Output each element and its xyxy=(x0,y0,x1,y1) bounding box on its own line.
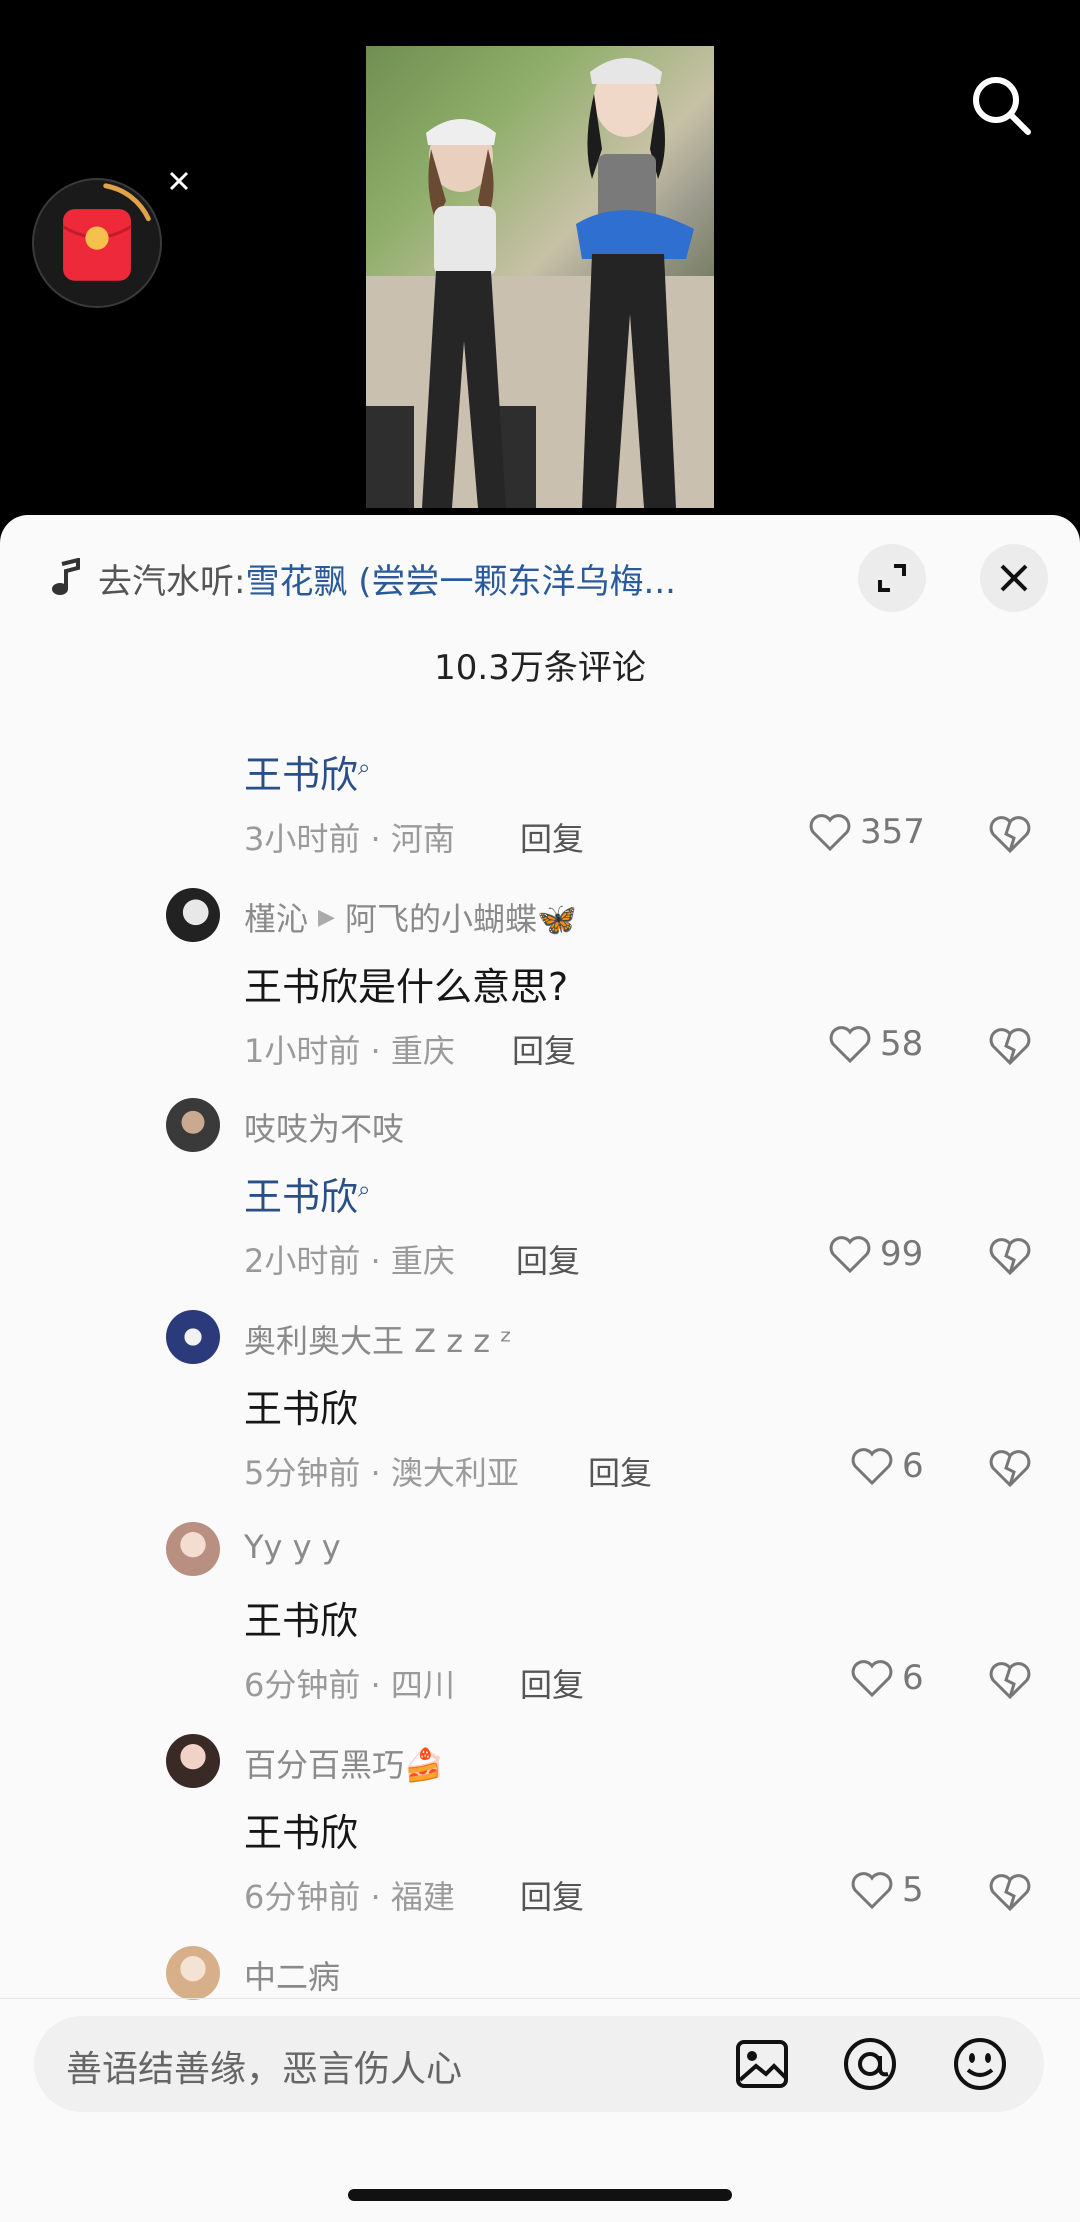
heart-icon xyxy=(829,1026,871,1064)
reply-button[interactable]: 回复 xyxy=(516,1236,580,1282)
avatar[interactable] xyxy=(166,1098,220,1152)
comment-meta: 5分钟前 · 澳大利亚 xyxy=(244,1454,519,1492)
avatar[interactable] xyxy=(166,1522,220,1576)
reply-to-username[interactable]: 阿飞的小蝴蝶🦋 xyxy=(345,894,577,940)
video-person-right xyxy=(576,58,694,508)
like-count: 58 xyxy=(880,1024,924,1064)
like-button[interactable]: 58 xyxy=(828,1024,923,1064)
comment-meta: 3小时前 · 河南 xyxy=(244,820,455,858)
input-divider xyxy=(0,1998,1080,1999)
like-button[interactable]: 99 xyxy=(828,1234,923,1274)
like-button[interactable]: 5 xyxy=(850,1870,924,1910)
broken-heart-icon[interactable] xyxy=(988,814,1032,854)
red-packet-widget[interactable] xyxy=(32,178,162,308)
broken-heart-icon[interactable] xyxy=(988,1026,1032,1066)
heart-icon xyxy=(851,1448,893,1486)
reply-button[interactable]: 回复 xyxy=(520,814,584,860)
like-count: 99 xyxy=(880,1234,924,1274)
close-sheet-button[interactable] xyxy=(980,544,1048,612)
heart-icon xyxy=(851,1872,893,1910)
expand-icon xyxy=(878,564,906,592)
expand-button[interactable] xyxy=(858,544,926,612)
broken-heart-icon[interactable] xyxy=(988,1236,1032,1276)
home-indicator[interactable] xyxy=(348,2189,732,2201)
username[interactable]: 奥利奥大王 Z z z ᶻ xyxy=(244,1316,512,1362)
broken-heart-icon[interactable] xyxy=(988,1448,1032,1488)
emoji-icon[interactable] xyxy=(952,2036,1008,2092)
comment-text[interactable]: 王书欣 xyxy=(244,1590,358,1645)
broken-heart-icon[interactable] xyxy=(988,1660,1032,1700)
reply-button[interactable]: 回复 xyxy=(520,1872,584,1918)
avatar[interactable] xyxy=(166,1946,220,2000)
like-button[interactable]: 6 xyxy=(850,1658,924,1698)
like-count: 6 xyxy=(902,1658,924,1698)
broken-heart-icon[interactable] xyxy=(988,1872,1032,1912)
heart-icon xyxy=(809,814,851,852)
at-icon[interactable] xyxy=(842,2036,898,2092)
image-icon[interactable] xyxy=(734,2036,790,2092)
comment-username[interactable]: 槿沁 ▶ 阿飞的小蝴蝶🦋 xyxy=(244,894,577,940)
reply-button[interactable]: 回复 xyxy=(520,1660,584,1706)
red-packet-close-button[interactable] xyxy=(166,168,192,194)
music-link[interactable]: 去汽水听: 雪花飘 (尝尝一颗东洋乌梅... xyxy=(48,550,808,606)
comment-meta: 6分钟前 · 四川 xyxy=(244,1666,455,1704)
like-count: 357 xyxy=(860,812,925,852)
music-prefix: 去汽水听: xyxy=(98,561,246,602)
like-count: 6 xyxy=(902,1446,924,1486)
reply-button[interactable]: 回复 xyxy=(512,1026,576,1072)
close-icon xyxy=(1000,564,1028,592)
username[interactable]: 槿沁 xyxy=(244,894,308,940)
search-button[interactable] xyxy=(966,70,1036,140)
search-icon: ⌕ xyxy=(358,1177,371,1203)
reply-arrow-icon: ▶ xyxy=(318,904,335,930)
like-button[interactable]: 6 xyxy=(850,1446,924,1486)
comment-meta: 2小时前 · 重庆 xyxy=(244,1242,455,1280)
like-button[interactable]: 357 xyxy=(808,812,925,852)
heart-icon xyxy=(829,1236,871,1274)
username[interactable]: 百分百黑巧🍰 xyxy=(244,1740,444,1786)
avatar[interactable] xyxy=(166,1734,220,1788)
search-icon xyxy=(973,77,1031,135)
username[interactable]: 中二病 xyxy=(244,1952,340,1998)
heart-icon xyxy=(851,1660,893,1698)
avatar[interactable] xyxy=(166,1310,220,1364)
search-icon: ⌕ xyxy=(358,755,371,781)
close-icon xyxy=(169,171,189,191)
comment-text[interactable]: 王书欣⌕ xyxy=(244,744,370,799)
comment-text[interactable]: 王书欣 xyxy=(244,1378,358,1433)
like-count: 5 xyxy=(902,1870,924,1910)
music-title[interactable]: 雪花飘 (尝尝一颗东洋乌梅... xyxy=(245,554,676,603)
video-area xyxy=(0,0,1080,515)
reply-button[interactable]: 回复 xyxy=(588,1448,652,1494)
video-thumbnail[interactable] xyxy=(366,46,714,508)
music-note-icon xyxy=(52,558,80,595)
comment-text[interactable]: 王书欣 xyxy=(244,1802,358,1857)
username[interactable]: 吱吱为不吱 xyxy=(244,1104,404,1150)
comment-input-placeholder[interactable]: 善语结善缘，恶言伤人心 xyxy=(66,2040,462,2092)
avatar[interactable] xyxy=(166,888,220,942)
comment-meta: 1小时前 · 重庆 xyxy=(244,1032,455,1070)
comment-list[interactable]: 王书欣⌕ 3小时前 · 河南 回复 357 槿沁 ▶ 阿飞的小蝴蝶🦋 王书欣是什… xyxy=(0,700,1080,2000)
red-packet-icon xyxy=(62,183,151,281)
comment-count: 10.3万条评论 xyxy=(434,648,646,688)
video-person-left xyxy=(422,119,506,508)
comment-text[interactable]: 王书欣是什么意思? xyxy=(244,956,568,1011)
comment-text[interactable]: 王书欣⌕ xyxy=(244,1166,370,1221)
comment-meta: 6分钟前 · 福建 xyxy=(244,1878,455,1916)
username[interactable]: Yy y y xyxy=(244,1528,341,1566)
